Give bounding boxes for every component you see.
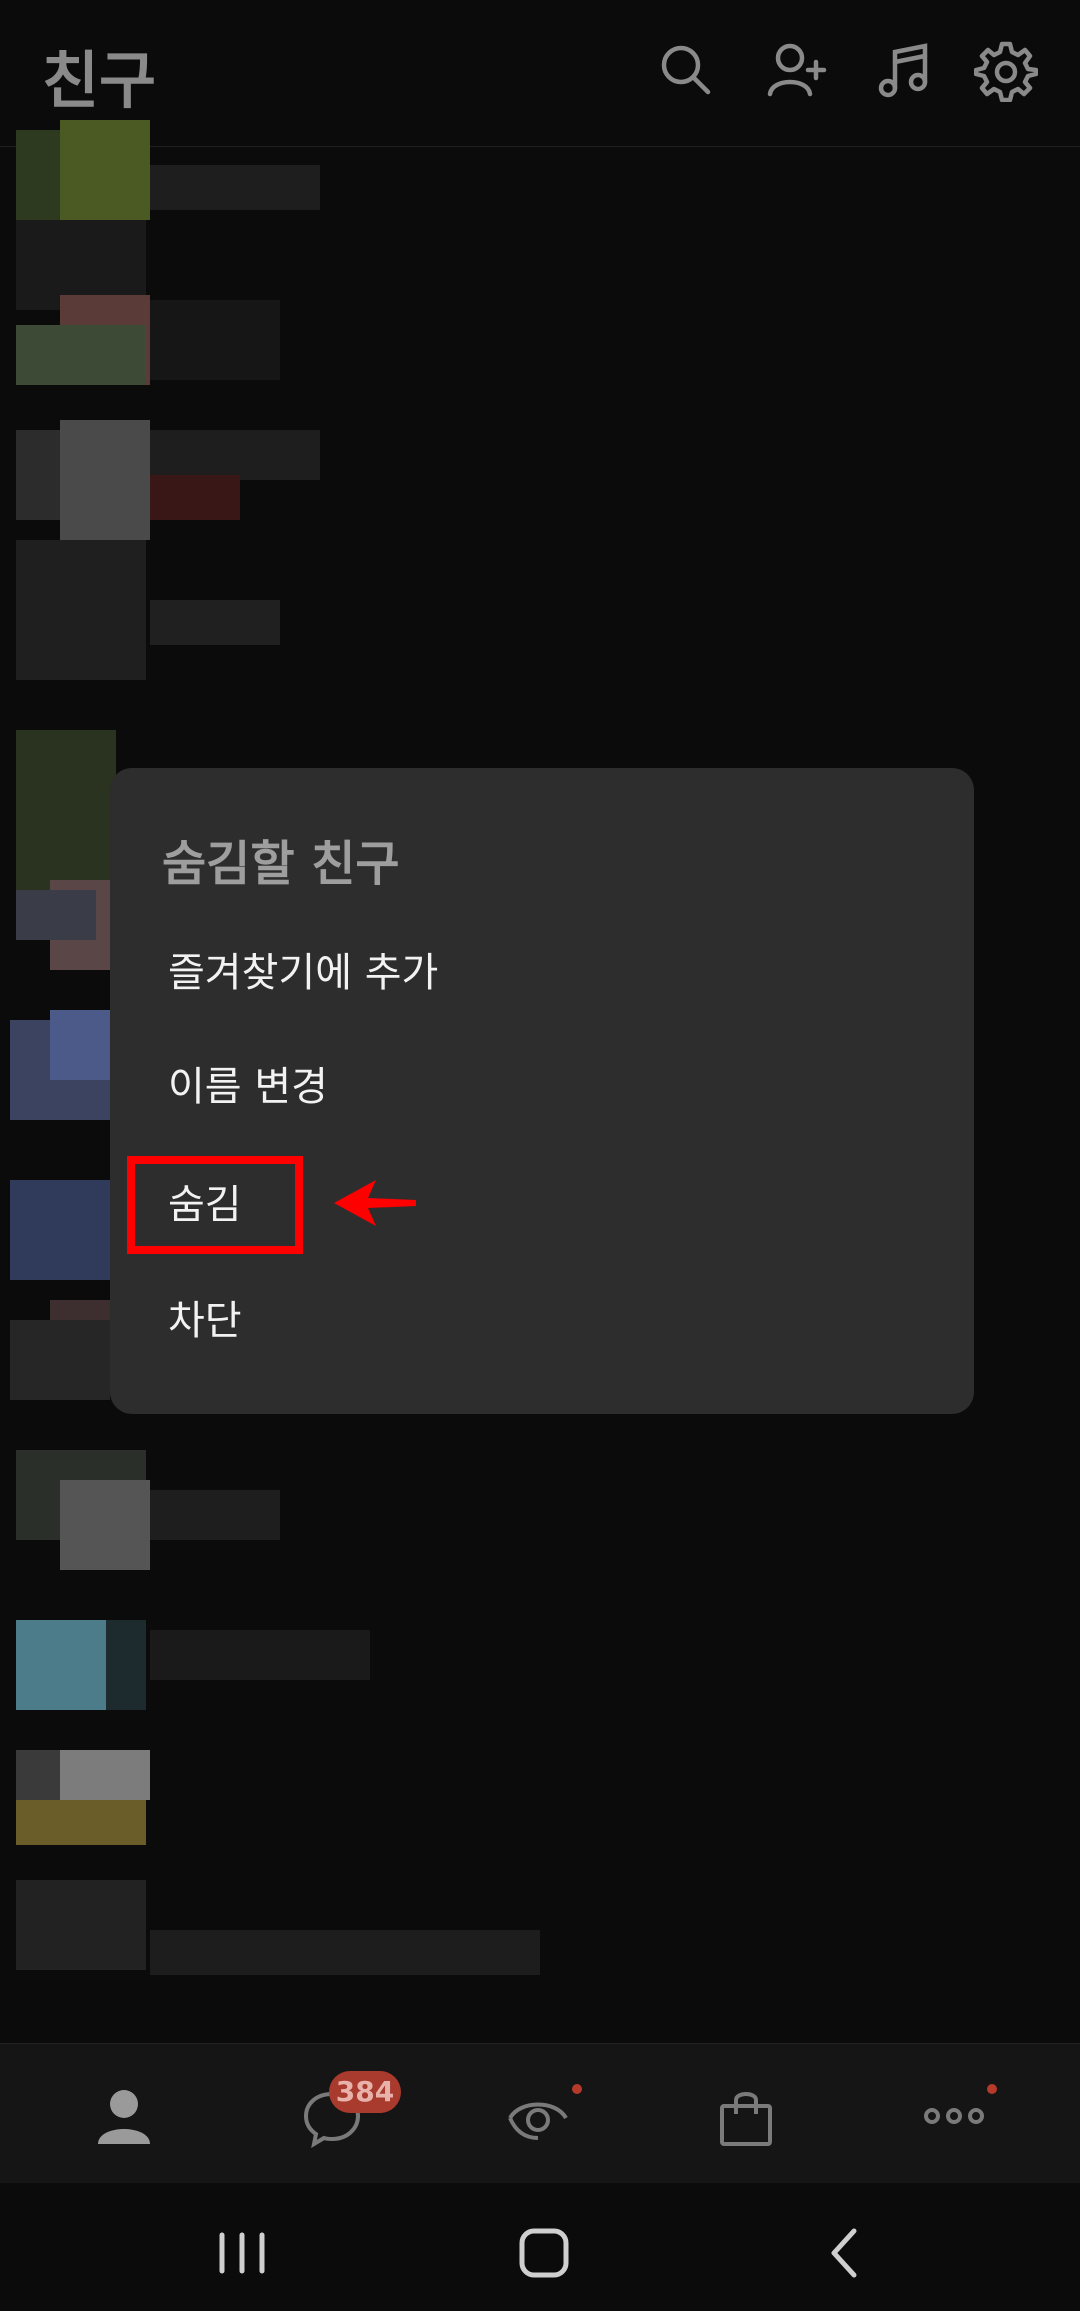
context-menu: 숨김할 친구 즐겨찾기에 추가 이름 변경 숨김 차단 bbox=[110, 768, 974, 1414]
more-tab[interactable] bbox=[922, 2084, 986, 2148]
system-nav-bar bbox=[0, 2183, 1080, 2311]
chat-unread-badge: 384 bbox=[329, 2071, 401, 2113]
add-friend-icon[interactable] bbox=[764, 38, 828, 102]
view-tab-notification-dot bbox=[572, 2084, 582, 2094]
search-icon[interactable] bbox=[654, 38, 718, 102]
menu-item-block[interactable]: 차단 bbox=[168, 1288, 242, 1346]
highlight-box bbox=[127, 1156, 303, 1254]
page-title: 친구 bbox=[42, 44, 157, 117]
back-button[interactable] bbox=[816, 2223, 876, 2283]
recent-apps-button[interactable] bbox=[212, 2223, 272, 2283]
bottom-tab-bar bbox=[0, 2043, 1080, 2184]
menu-item-add-favorite[interactable]: 즐겨찾기에 추가 bbox=[168, 940, 438, 998]
home-button[interactable] bbox=[514, 2223, 574, 2283]
view-tab[interactable] bbox=[506, 2084, 570, 2148]
more-tab-notification-dot bbox=[987, 2084, 997, 2094]
arrow-left-icon bbox=[334, 1178, 416, 1228]
music-icon[interactable] bbox=[872, 38, 936, 102]
shopping-tab[interactable] bbox=[714, 2084, 778, 2148]
friends-tab[interactable] bbox=[92, 2084, 156, 2148]
settings-icon[interactable] bbox=[973, 38, 1039, 103]
menu-item-rename[interactable]: 이름 변경 bbox=[168, 1054, 328, 1112]
menu-title: 숨김할 친구 bbox=[162, 836, 400, 892]
